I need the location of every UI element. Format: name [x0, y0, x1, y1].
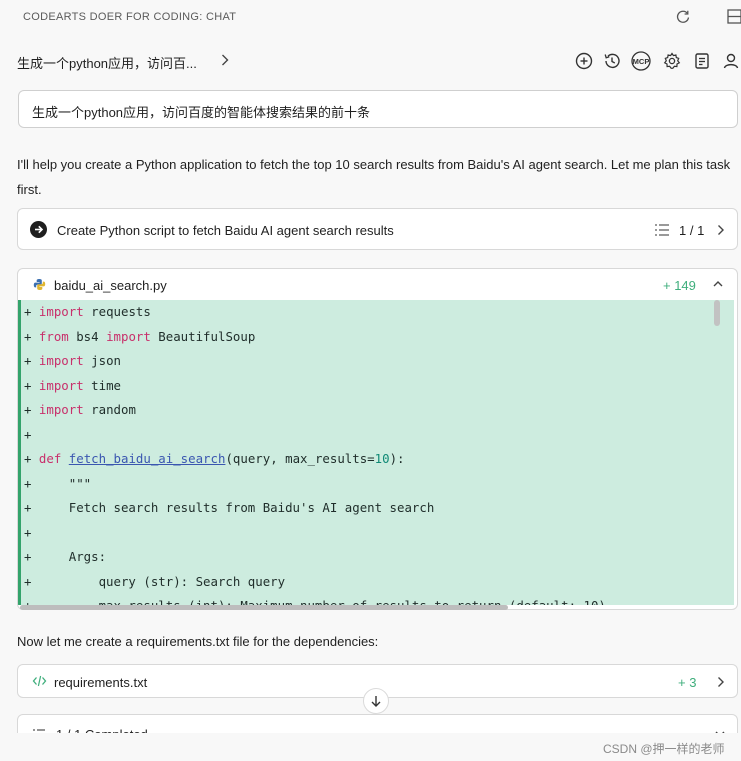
added-lines-count: + 149 [663, 278, 696, 293]
code-horizontal-scrollbar[interactable] [20, 605, 508, 610]
code-line: + Fetch search results from Baidu's AI a… [24, 500, 435, 515]
scrollbar-thumb[interactable] [714, 300, 720, 326]
mcp-icon[interactable]: MCP [630, 50, 652, 72]
code-diff-block: + import requests + from bs4 import Beaut… [18, 300, 734, 605]
chevron-up-icon[interactable] [711, 277, 725, 291]
session-title[interactable]: 生成一个python应用，访问百... [17, 53, 197, 72]
panel-title-bar: CODEARTS DOER FOR CODING: CHAT [0, 0, 741, 36]
account-icon[interactable] [720, 50, 741, 72]
code-line: + Args: [24, 549, 107, 564]
code-line: + def fetch_baidu_ai_search(query, max_r… [24, 451, 405, 466]
file-diff-card: baidu_ai_search.py + 149 + import reques… [17, 268, 738, 610]
panel-title: CODEARTS DOER FOR CODING: CHAT [23, 11, 237, 23]
plan-card[interactable]: Create Python script to fetch Baidu AI a… [17, 208, 738, 250]
new-chat-icon[interactable] [573, 50, 595, 72]
assistant-note-text: Now let me create a requirements.txt fil… [17, 634, 379, 649]
arrow-down-icon [371, 696, 381, 707]
code-vertical-scrollbar[interactable] [714, 300, 720, 610]
split-panel-icon[interactable] [727, 8, 741, 26]
refresh-icon[interactable] [672, 6, 694, 28]
plan-progress-count: 1 / 1 [679, 223, 705, 238]
history-icon[interactable] [601, 50, 623, 72]
code-file-icon [32, 674, 47, 688]
code-line: + max_results (int): Maximum number of r… [24, 594, 606, 605]
code-line: + query (str): Search query [24, 573, 286, 589]
file-diff-header[interactable]: baidu_ai_search.py + 149 [18, 269, 737, 300]
scroll-to-bottom-button[interactable] [363, 688, 389, 714]
code-line: + import time [24, 377, 121, 393]
code-line: + import requests [24, 304, 151, 319]
code-line: + import json [24, 353, 121, 368]
added-lines-count: + 3 [678, 675, 697, 690]
settings-icon[interactable] [661, 50, 683, 72]
chevron-right-icon[interactable] [715, 222, 727, 238]
code-line: + import random [24, 402, 136, 417]
file-name[interactable]: baidu_ai_search.py [54, 278, 167, 293]
file-name[interactable]: requirements.txt [54, 675, 147, 690]
plan-task-text: Create Python script to fetch Baidu AI a… [57, 223, 394, 238]
chevron-right-icon[interactable] [715, 674, 727, 690]
python-file-icon [33, 278, 46, 291]
code-line: + [24, 524, 32, 540]
user-query-text: 生成一个python应用，访问百度的智能体搜索结果的前十条 [32, 105, 371, 120]
watermark-text: CSDN @押一样的老师 [603, 742, 725, 756]
chat-toolbar: 生成一个python应用，访问百... MCP [0, 46, 741, 76]
rules-icon[interactable] [691, 50, 713, 72]
arrow-right-circle-icon [30, 221, 47, 238]
task-list-icon [654, 222, 670, 238]
code-line: + [24, 426, 32, 442]
code-line: + """ [24, 475, 92, 491]
user-query-box: 生成一个python应用，访问百度的智能体搜索结果的前十条 [18, 90, 738, 128]
svg-text:MCP: MCP [633, 57, 650, 66]
chevron-right-icon[interactable] [218, 52, 232, 68]
code-line: + from bs4 import BeautifulSoup [24, 328, 256, 344]
assistant-intro-text: I'll help you create a Python applicatio… [17, 157, 731, 197]
